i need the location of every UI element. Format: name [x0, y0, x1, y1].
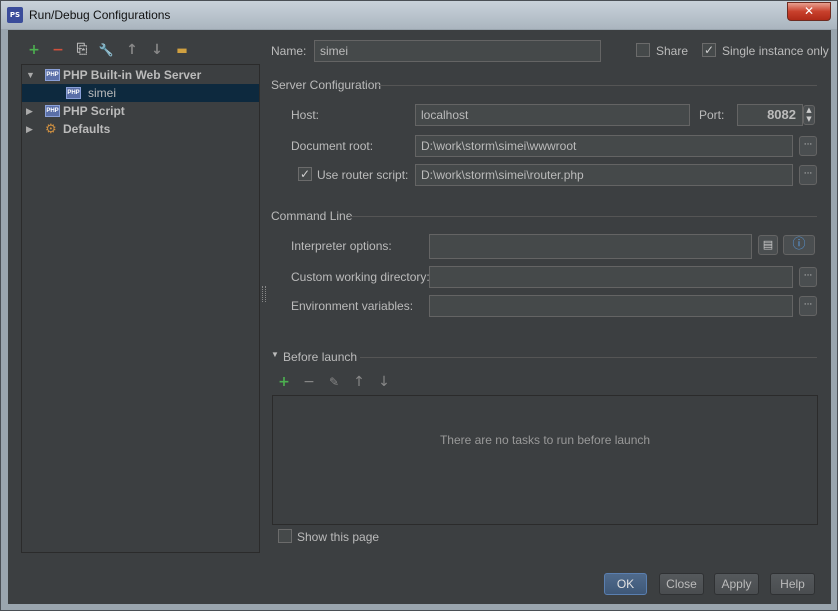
use-router-script-checkbox[interactable]: ✓	[298, 167, 312, 181]
tree-item-php-script[interactable]: ▶ PHP PHP Script	[22, 102, 259, 120]
environment-variables-label: Environment variables:	[291, 299, 414, 313]
router-script-browse-button[interactable]: ···	[799, 165, 817, 185]
document-root-input[interactable]: D:\work\storm\simei\wwwroot	[415, 135, 793, 157]
move-task-down-icon[interactable]: ↓	[376, 374, 392, 390]
expand-editor-icon[interactable]: ▤	[758, 235, 778, 255]
document-root-label: Document root:	[291, 139, 374, 153]
ok-button[interactable]: OK	[604, 573, 647, 595]
port-label: Port:	[699, 108, 725, 122]
port-input[interactable]: 8082	[737, 104, 803, 126]
share-checkbox[interactable]	[636, 43, 650, 57]
configurations-tree[interactable]: ▼ PHP PHP Built-in Web Server PHP simei …	[21, 64, 260, 553]
move-up-icon[interactable]: ↑	[124, 42, 140, 58]
remove-icon[interactable]: −	[50, 42, 66, 58]
show-this-page-label: Show this page	[297, 530, 380, 544]
php-file-icon: PHP	[66, 87, 81, 99]
server-config-section-title: Server Configuration	[271, 78, 382, 92]
empty-tasks-message: There are no tasks to run before launch	[439, 433, 651, 447]
help-button[interactable]: Help	[770, 573, 815, 595]
working-directory-browse-button[interactable]: ···	[799, 267, 817, 287]
section-divider	[350, 216, 817, 217]
custom-working-directory-input[interactable]	[429, 266, 793, 288]
tree-item-label: PHP Script	[63, 104, 125, 118]
host-label: Host:	[291, 108, 320, 122]
section-divider	[378, 85, 817, 86]
apply-button[interactable]: Apply	[714, 573, 759, 595]
remove-task-icon[interactable]: −	[301, 374, 317, 390]
phpstorm-app-icon: PS	[7, 7, 23, 23]
folder-icon[interactable]: ▬	[174, 42, 190, 58]
wrench-icon: ⚙	[45, 121, 57, 136]
before-launch-tasks-list[interactable]: There are no tasks to run before launch	[272, 395, 818, 525]
info-icon[interactable]: ⓘ	[783, 235, 815, 255]
name-label: Name:	[271, 44, 307, 58]
single-instance-checkbox[interactable]: ✓	[702, 43, 716, 57]
show-this-page-checkbox[interactable]	[278, 529, 292, 543]
name-input[interactable]: simei	[314, 40, 601, 62]
window-title: Run/Debug Configurations	[29, 8, 171, 22]
php-script-icon: PHP	[45, 105, 60, 117]
move-task-up-icon[interactable]: ↑	[351, 374, 367, 390]
tree-item-label: Defaults	[63, 122, 111, 136]
single-instance-label: Single instance only	[722, 44, 829, 58]
window-close-button[interactable]: ✕	[787, 2, 831, 21]
tree-item-label: simei	[88, 86, 117, 100]
before-launch-collapse-icon[interactable]: ▼	[271, 350, 279, 359]
collapsed-arrow-icon[interactable]: ▶	[26, 120, 36, 138]
move-down-icon[interactable]: ↓	[149, 42, 165, 58]
tree-item-defaults[interactable]: ▶ ⚙ Defaults	[22, 120, 259, 138]
run-debug-dialog: PS Run/Debug Configurations ✕ + − ⎘ 🔧 ↑ …	[0, 0, 838, 611]
custom-working-directory-label: Custom working directory:	[291, 270, 430, 284]
tree-item-label: PHP Built-in Web Server	[63, 68, 202, 82]
section-divider	[360, 357, 817, 358]
tree-item-php-built-in-web-server[interactable]: ▼ PHP PHP Built-in Web Server	[22, 66, 259, 84]
interpreter-options-input[interactable]	[429, 234, 752, 259]
php-server-icon: PHP	[45, 69, 60, 81]
splitter-handle[interactable]	[262, 286, 266, 302]
environment-variables-input[interactable]	[429, 295, 793, 317]
close-button[interactable]: Close	[659, 573, 704, 595]
share-label: Share	[656, 44, 689, 58]
copy-icon[interactable]: ⎘	[74, 42, 90, 58]
edit-task-icon[interactable]: ✎	[326, 374, 342, 390]
before-launch-section-title: Before launch	[283, 350, 358, 364]
add-task-icon[interactable]: +	[276, 374, 292, 390]
document-root-browse-button[interactable]: ···	[799, 136, 817, 156]
environment-variables-browse-button[interactable]: ···	[799, 296, 817, 316]
title-bar[interactable]: PS Run/Debug Configurations ✕	[1, 1, 837, 29]
use-router-script-label: Use router script:	[317, 168, 409, 182]
interpreter-options-label: Interpreter options:	[291, 239, 392, 253]
command-line-section-title: Command Line	[271, 209, 353, 223]
tree-item-simei[interactable]: PHP simei	[22, 84, 259, 102]
expanded-arrow-icon[interactable]: ▼	[26, 66, 36, 84]
collapsed-arrow-icon[interactable]: ▶	[26, 102, 36, 120]
dialog-body: + − ⎘ 🔧 ↑ ↓ ▬ ▼ PHP PHP Built-in Web Ser…	[8, 30, 831, 604]
host-input[interactable]: localhost	[415, 104, 690, 126]
port-spinner[interactable]: ▲ ▼	[803, 105, 815, 125]
add-icon[interactable]: +	[26, 42, 42, 58]
router-script-input[interactable]: D:\work\storm\simei\router.php	[415, 164, 793, 186]
edit-defaults-icon[interactable]: 🔧	[98, 42, 114, 58]
